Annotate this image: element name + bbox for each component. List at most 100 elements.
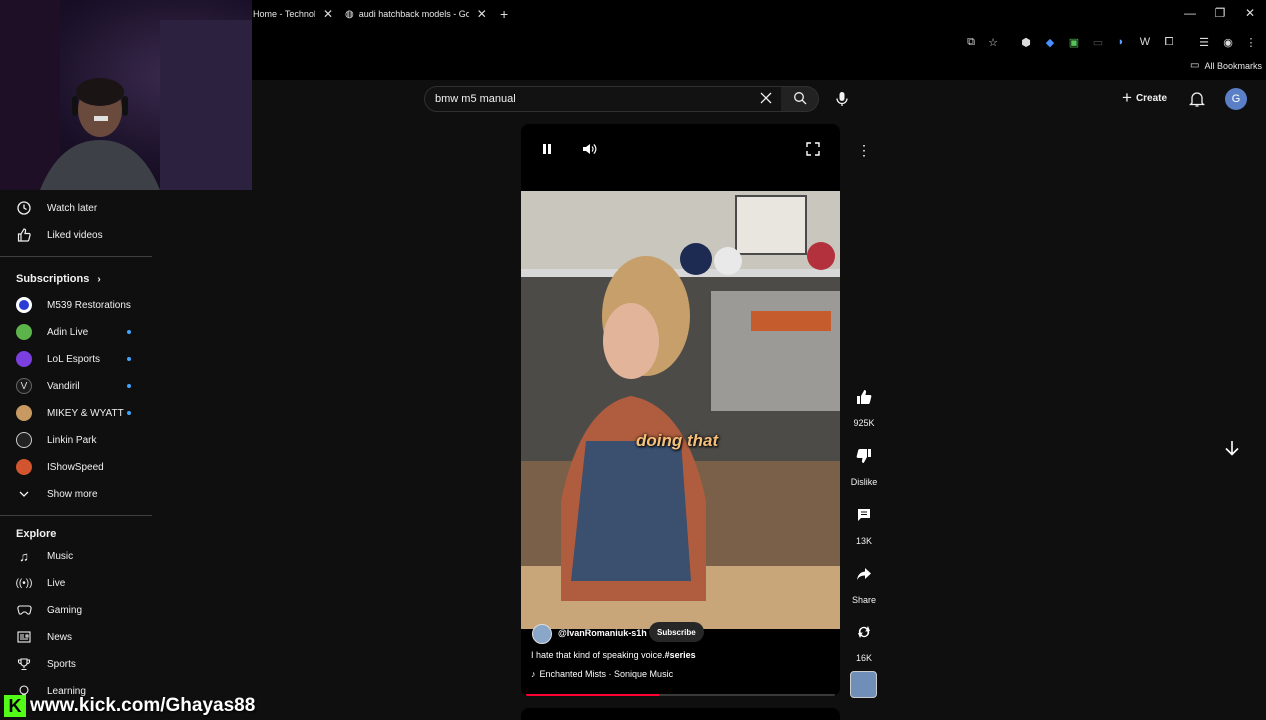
progress-track[interactable] — [526, 694, 835, 696]
account-avatar[interactable]: G — [1225, 88, 1247, 110]
video-frame[interactable]: doing that — [521, 191, 840, 631]
sound-thumbnail[interactable] — [850, 671, 877, 698]
more-options-icon[interactable]: ⋮ — [857, 142, 871, 159]
subscribe-button[interactable]: Subscribe — [649, 622, 704, 642]
sidebar-item-liked-videos[interactable]: Liked videos — [0, 222, 152, 248]
channel-name[interactable]: @IvanRomaniuk-s1h — [558, 628, 647, 638]
folder-icon: ▭ — [1190, 60, 1200, 71]
channel-avatar: V — [16, 378, 32, 394]
search-input[interactable]: bmw m5 manual — [424, 86, 782, 112]
extension-counter-icon[interactable]: ▣ — [1067, 35, 1081, 49]
minimize-icon[interactable]: — — [1175, 4, 1205, 22]
browser-menu-icon[interactable]: ⋮ — [1244, 35, 1258, 49]
restore-icon[interactable]: ❐ — [1205, 4, 1235, 22]
channel-avatar — [16, 351, 32, 367]
new-content-dot — [127, 330, 131, 334]
extensions-puzzle-icon[interactable]: ⧠ — [1162, 35, 1176, 49]
music-link[interactable]: ♪ Enchanted Mists · Sonique Music — [531, 669, 673, 679]
extension-audio-icon[interactable]: ◗ — [1114, 35, 1128, 49]
sidebar-item-gaming[interactable]: Gaming — [0, 597, 152, 623]
webcam-overlay — [0, 0, 252, 190]
notifications-bell-icon[interactable] — [1188, 90, 1206, 111]
remix-button[interactable]: 16K — [846, 615, 882, 663]
channel-avatar — [16, 432, 32, 448]
sidebar: Watch later Liked videos Subscriptions ›… — [0, 190, 152, 720]
sidebar-item-label: Linkin Park — [47, 434, 97, 446]
comments-button[interactable]: 13K — [846, 498, 882, 546]
dislike-button[interactable]: Dislike — [846, 439, 882, 487]
hashtag-link[interactable]: #series — [665, 650, 696, 660]
sidebar-item-label: Watch later — [47, 202, 98, 214]
sidebar-item-music[interactable]: ♫ Music — [0, 543, 152, 569]
sidebar-item-label: IShowSpeed — [47, 461, 104, 473]
explore-heading: Explore — [16, 528, 57, 540]
extension-vpn-icon[interactable]: ◆ — [1043, 35, 1057, 49]
show-more-button[interactable]: Show more — [0, 481, 152, 507]
close-window-icon[interactable]: ✕ — [1235, 4, 1265, 22]
sidebar-divider — [0, 256, 152, 257]
all-bookmarks-label: All Bookmarks — [1204, 60, 1262, 71]
sidebar-item-label: MIKEY & WYATT — [47, 407, 124, 419]
search-button[interactable] — [781, 86, 819, 112]
pause-icon[interactable] — [540, 142, 554, 159]
profile-icon[interactable]: ◉ — [1221, 35, 1235, 49]
description-text: I hate that kind of speaking voice. — [531, 650, 665, 660]
music-label: Enchanted Mists · Sonique Music — [539, 669, 674, 679]
sidebar-item-subscription[interactable]: Linkin Park — [0, 427, 152, 453]
sidebar-item-subscription[interactable]: LoL Esports — [0, 346, 152, 372]
next-short-preview — [521, 708, 840, 720]
sidebar-item-label: M539 Restorations — [47, 299, 131, 311]
extension-w-icon[interactable]: W — [1138, 35, 1152, 49]
install-app-icon[interactable]: ⧉ — [964, 35, 978, 49]
all-bookmarks-button[interactable]: ▭ All Bookmarks — [1190, 60, 1262, 71]
live-icon: ((•)) — [15, 577, 33, 589]
subscribe-label: Subscribe — [657, 627, 696, 637]
fullscreen-icon[interactable] — [806, 142, 820, 159]
next-short-arrow-icon[interactable] — [1223, 439, 1241, 460]
sidebar-item-subscription[interactable]: IShowSpeed — [0, 454, 152, 480]
sidebar-item-live[interactable]: ((•)) Live — [0, 570, 152, 596]
close-tab-icon[interactable]: ✕ — [323, 7, 333, 21]
extension-grey-icon[interactable]: ▭ — [1091, 35, 1105, 49]
bookmark-star-icon[interactable]: ☆ — [986, 35, 1000, 49]
subscriptions-heading[interactable]: Subscriptions › — [16, 273, 101, 285]
sidebar-item-watch-later[interactable]: Watch later — [0, 195, 152, 221]
sidebar-item-subscription[interactable]: M539 Restorations — [0, 292, 152, 318]
voice-search-icon[interactable] — [834, 90, 850, 111]
sidebar-item-sports[interactable]: Sports — [0, 651, 152, 677]
chevron-down-icon — [16, 486, 32, 502]
sidebar-item-subscription[interactable]: MIKEY & WYATT — [0, 400, 152, 426]
shorts-player[interactable]: doing that @IvanRomaniuk-s1h Subscribe I… — [521, 124, 840, 696]
new-tab-icon[interactable]: + — [500, 6, 508, 22]
clear-search-icon[interactable] — [759, 91, 773, 108]
create-button[interactable]: + Create — [1122, 88, 1168, 107]
browser-tab[interactable]: ◍ audi hatchback models - Googl ✕ — [345, 4, 490, 24]
sidebar-item-label: LoL Esports — [47, 353, 100, 365]
dislike-label: Dislike — [850, 477, 878, 487]
browser-tab[interactable]: Home - Technolo ✕ — [253, 4, 333, 24]
channel-avatar[interactable] — [532, 624, 552, 644]
show-more-label: Show more — [47, 488, 98, 500]
close-tab-icon[interactable]: ✕ — [477, 7, 487, 21]
create-label: Create — [1135, 92, 1168, 104]
kick-logo-icon: K — [4, 695, 26, 717]
volume-icon[interactable] — [582, 142, 597, 159]
new-content-dot — [127, 384, 131, 388]
sidebar-item-news[interactable]: News — [0, 624, 152, 650]
new-content-dot — [127, 411, 131, 415]
video-scene-image — [521, 191, 840, 631]
video-description: I hate that kind of speaking voice.#seri… — [531, 650, 696, 660]
media-control-icon[interactable]: ☰ — [1197, 35, 1211, 49]
sidebar-item-subscription[interactable]: Adin Live — [0, 319, 152, 345]
thumb-up-icon — [847, 380, 881, 414]
chevron-right-icon: › — [97, 273, 101, 285]
extension-shield-icon[interactable]: ⬢ — [1019, 35, 1033, 49]
new-content-dot — [127, 357, 131, 361]
thumb-up-icon — [16, 227, 32, 243]
plus-icon: + — [1122, 88, 1132, 107]
share-button[interactable]: Share — [846, 557, 882, 605]
globe-icon: ◍ — [345, 8, 354, 20]
channel-avatar — [16, 297, 32, 313]
like-button[interactable]: 925K — [846, 380, 882, 428]
sidebar-item-subscription[interactable]: V Vandiril — [0, 373, 152, 399]
